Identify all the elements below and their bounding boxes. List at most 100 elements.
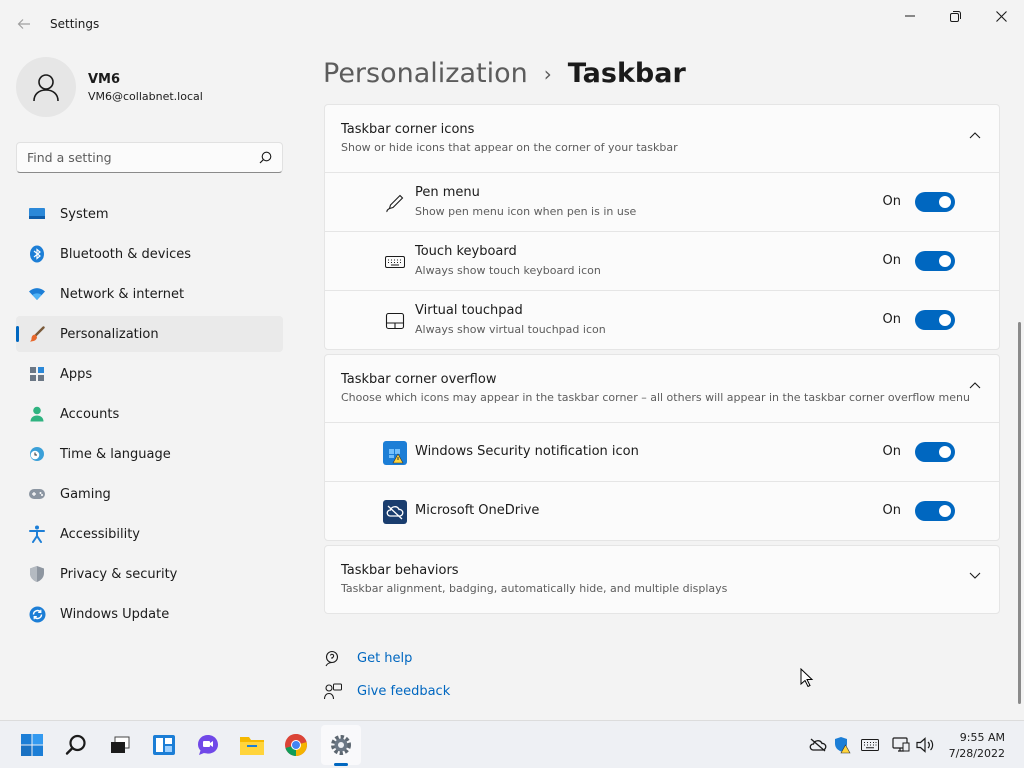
scrollbar-thumb[interactable] bbox=[1018, 322, 1021, 704]
pen-menu-toggle[interactable] bbox=[915, 192, 955, 212]
windows-update-icon bbox=[28, 605, 46, 623]
virtual-touchpad-toggle[interactable] bbox=[915, 310, 955, 330]
start-button[interactable] bbox=[12, 725, 52, 765]
sidebar-item-apps[interactable]: Apps bbox=[16, 356, 283, 392]
task-view-icon bbox=[111, 736, 130, 753]
card-description: Show or hide icons that appear on the co… bbox=[341, 141, 678, 154]
apps-icon bbox=[28, 365, 46, 383]
sidebar-item-accessibility[interactable]: Accessibility bbox=[16, 516, 283, 552]
chrome-button[interactable] bbox=[276, 725, 316, 765]
onedrive-icon bbox=[383, 500, 407, 524]
sidebar-item-gaming[interactable]: Gaming bbox=[16, 476, 283, 512]
taskbar-search-button[interactable] bbox=[56, 725, 96, 765]
search-icon bbox=[259, 151, 272, 164]
settings-icon bbox=[331, 735, 351, 755]
setting-title: Pen menu bbox=[415, 185, 480, 200]
setting-title: Touch keyboard bbox=[415, 244, 517, 259]
setting-title: Windows Security notification icon bbox=[415, 444, 639, 459]
system-clock[interactable]: 9:55 AM 7/28/2022 bbox=[949, 730, 1005, 762]
windows-security-toggle[interactable] bbox=[915, 442, 955, 462]
breadcrumb-parent[interactable]: Personalization bbox=[323, 58, 528, 89]
sidebar-item-label: System bbox=[60, 206, 109, 222]
widgets-icon bbox=[153, 735, 175, 755]
clock-date: 7/28/2022 bbox=[948, 747, 1005, 760]
taskbar-corner-overflow-header[interactable]: Taskbar corner overflow Choose which ico… bbox=[325, 355, 999, 422]
onedrive-toggle[interactable] bbox=[915, 501, 955, 521]
toggle-state-label: On bbox=[882, 312, 901, 327]
setting-row-pen-menu: Pen menu Show pen menu icon when pen is … bbox=[325, 172, 999, 231]
toggle-state-label: On bbox=[882, 503, 901, 518]
taskbar-behaviors-header[interactable]: Taskbar behaviors Taskbar alignment, bad… bbox=[325, 546, 999, 613]
setting-title: Virtual touchpad bbox=[415, 303, 523, 318]
sidebar-item-privacy-security[interactable]: Privacy & security bbox=[16, 556, 283, 592]
toggle-knob bbox=[939, 314, 951, 326]
avatar bbox=[16, 57, 76, 117]
sidebar-item-accounts[interactable]: Accounts bbox=[16, 396, 283, 432]
sidebar-item-windows-update[interactable]: Windows Update bbox=[16, 596, 283, 632]
widgets-button[interactable] bbox=[144, 725, 184, 765]
give-feedback-link[interactable]: Give feedback bbox=[323, 675, 450, 708]
help-links: Get help Give feedback bbox=[323, 642, 450, 708]
get-help-link[interactable]: Get help bbox=[323, 642, 450, 675]
toggle-knob bbox=[939, 255, 951, 267]
mouse-cursor-icon bbox=[800, 668, 814, 688]
card-description: Choose which icons may appear in the tas… bbox=[341, 391, 970, 404]
privacy-shield-icon bbox=[28, 565, 46, 583]
search-input[interactable]: Find a setting bbox=[16, 142, 283, 173]
sidebar-item-bluetooth[interactable]: Bluetooth & devices bbox=[16, 236, 283, 272]
setting-row-onedrive: Microsoft OneDrive On bbox=[325, 481, 999, 540]
profile-name: VM6 bbox=[88, 71, 121, 87]
restore-icon bbox=[949, 10, 961, 22]
card-title: Taskbar behaviors bbox=[341, 563, 459, 578]
settings-taskbar-button[interactable] bbox=[321, 725, 361, 765]
touch-keyboard-tray-icon[interactable] bbox=[860, 735, 880, 755]
touch-keyboard-toggle[interactable] bbox=[915, 251, 955, 271]
user-profile[interactable]: VM6 VM6@collabnet.local bbox=[16, 57, 203, 117]
gaming-icon bbox=[28, 485, 46, 503]
sidebar-item-label: Windows Update bbox=[60, 606, 170, 622]
sidebar-item-label: Personalization bbox=[60, 326, 159, 342]
chevron-up-icon bbox=[969, 132, 981, 139]
toggle-knob bbox=[939, 196, 951, 208]
windows-security-tray-icon[interactable] bbox=[832, 735, 852, 755]
restore-button[interactable] bbox=[932, 4, 978, 28]
sidebar-item-time-language[interactable]: Time & language bbox=[16, 436, 283, 472]
task-view-button[interactable] bbox=[100, 725, 140, 765]
title-bar: Settings bbox=[0, 0, 1024, 48]
page-title: Taskbar bbox=[567, 58, 686, 89]
chrome-icon bbox=[285, 734, 307, 756]
breadcrumb-separator: › bbox=[543, 61, 552, 86]
accounts-icon bbox=[28, 405, 46, 423]
chevron-down-icon bbox=[969, 572, 981, 579]
onedrive-tray-icon[interactable] bbox=[808, 735, 828, 755]
system-icon bbox=[28, 205, 46, 223]
toggle-state-label: On bbox=[882, 194, 901, 209]
sidebar-item-label: Apps bbox=[60, 366, 93, 382]
file-explorer-button[interactable] bbox=[232, 725, 272, 765]
network-icon bbox=[28, 285, 46, 303]
file-explorer-icon bbox=[240, 737, 264, 755]
sidebar-item-label: Bluetooth & devices bbox=[60, 246, 191, 262]
back-button[interactable] bbox=[12, 12, 36, 36]
sidebar-item-network[interactable]: Network & internet bbox=[16, 276, 283, 312]
chat-button[interactable] bbox=[188, 725, 228, 765]
taskbar-behaviors-card[interactable]: Taskbar behaviors Taskbar alignment, bad… bbox=[324, 545, 1000, 614]
time-language-icon bbox=[28, 445, 46, 463]
network-tray-icon[interactable] bbox=[891, 735, 911, 755]
taskbar-corner-icons-header[interactable]: Taskbar corner icons Show or hide icons … bbox=[325, 105, 999, 172]
close-button[interactable] bbox=[978, 4, 1024, 28]
setting-row-windows-security: Windows Security notification icon On bbox=[325, 422, 999, 481]
setting-title: Microsoft OneDrive bbox=[415, 503, 540, 518]
minimize-icon bbox=[905, 15, 915, 17]
sidebar-item-label: Network & internet bbox=[60, 286, 185, 302]
active-app-indicator bbox=[334, 763, 348, 766]
sidebar-nav: System Bluetooth & devices Network & int… bbox=[16, 196, 283, 636]
minimize-button[interactable] bbox=[887, 4, 933, 28]
volume-icon[interactable] bbox=[915, 735, 935, 755]
sidebar-item-personalization[interactable]: Personalization bbox=[16, 316, 283, 352]
clock-time: 9:55 AM bbox=[959, 731, 1005, 744]
sidebar-item-system[interactable]: System bbox=[16, 196, 283, 232]
taskbar-corner-icons-card: Taskbar corner icons Show or hide icons … bbox=[324, 104, 1000, 350]
card-description: Taskbar alignment, badging, automaticall… bbox=[341, 582, 728, 595]
feedback-icon bbox=[323, 682, 343, 702]
